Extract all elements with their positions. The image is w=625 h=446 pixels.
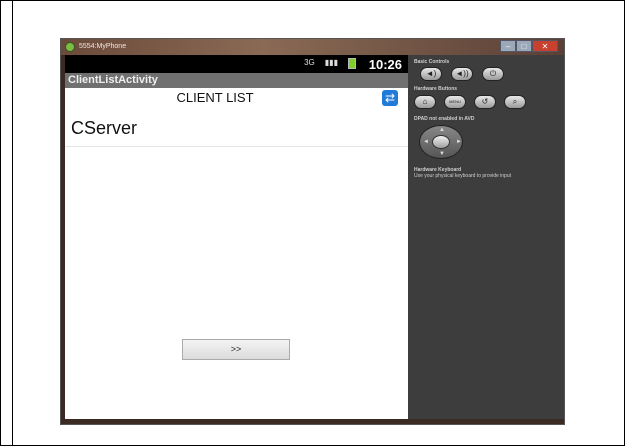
window-title: 5554:MyPhone: [79, 43, 127, 50]
device-screen: 3G ▮▮▮ 10:26 ClientListActivity CLIENT L…: [65, 55, 408, 419]
search-icon[interactable]: ⌕: [504, 95, 526, 109]
dpad-control[interactable]: ▲ ▼ ◄ ►: [419, 125, 463, 159]
next-button[interactable]: >>: [182, 339, 290, 360]
window-titlebar[interactable]: 5554:MyPhone – □ ✕: [61, 39, 564, 55]
home-icon[interactable]: ⌂: [414, 95, 436, 109]
power-icon[interactable]: ⏻: [482, 67, 504, 81]
status-time: 10:26: [368, 57, 402, 72]
dpad-center-button[interactable]: [432, 135, 450, 149]
menu-button[interactable]: MENU: [444, 95, 466, 109]
list-item[interactable]: CServer: [65, 112, 408, 147]
dpad-left-icon[interactable]: ◄: [423, 139, 429, 145]
android-icon: [65, 42, 75, 52]
dpad-label: DPAD not enabled in AVD: [414, 116, 475, 122]
window-controls: – □ ✕: [500, 40, 558, 52]
close-button[interactable]: ✕: [532, 40, 558, 52]
hardware-buttons-label: Hardware Buttons: [414, 86, 458, 92]
list-header: CLIENT LIST ⇄: [65, 88, 408, 108]
basic-controls-row: ◄) ◄)) ⏻: [420, 67, 504, 81]
hardware-buttons-row: ⌂ MENU ↺ ⌕: [414, 95, 526, 109]
dpad-up-icon[interactable]: ▲: [439, 127, 445, 133]
left-divider: [12, 0, 13, 446]
volume-up-icon[interactable]: ◄)): [451, 67, 473, 81]
emulator-controls-panel: Basic Controls ◄) ◄)) ⏻ Hardware Buttons…: [408, 55, 564, 419]
dpad-down-icon[interactable]: ▼: [439, 151, 445, 157]
keyboard-info: Hardware Keyboard Use your physical keyb…: [414, 167, 564, 179]
action-bar: ClientListActivity: [65, 73, 408, 88]
emulator-window: 5554:MyPhone – □ ✕ 3G ▮▮▮ 10:26 ClientLi…: [60, 38, 565, 425]
signal-icon: ▮▮▮: [324, 58, 338, 67]
volume-down-icon[interactable]: ◄): [420, 67, 442, 81]
maximize-button[interactable]: □: [516, 40, 532, 52]
network-type-label: 3G: [304, 58, 315, 67]
status-bar: 3G ▮▮▮ 10:26: [65, 55, 408, 73]
status-icons: 3G ▮▮▮: [304, 58, 356, 69]
refresh-icon[interactable]: ⇄: [382, 90, 398, 106]
back-icon[interactable]: ↺: [474, 95, 496, 109]
keyboard-hint: Use your physical keyboard to provide in…: [414, 173, 511, 179]
battery-icon: [348, 58, 356, 69]
client-name: CServer: [71, 118, 138, 138]
dpad-right-icon[interactable]: ►: [456, 139, 462, 145]
list-title: CLIENT LIST: [176, 90, 254, 105]
basic-controls-label: Basic Controls: [414, 59, 450, 65]
minimize-button[interactable]: –: [500, 40, 516, 52]
